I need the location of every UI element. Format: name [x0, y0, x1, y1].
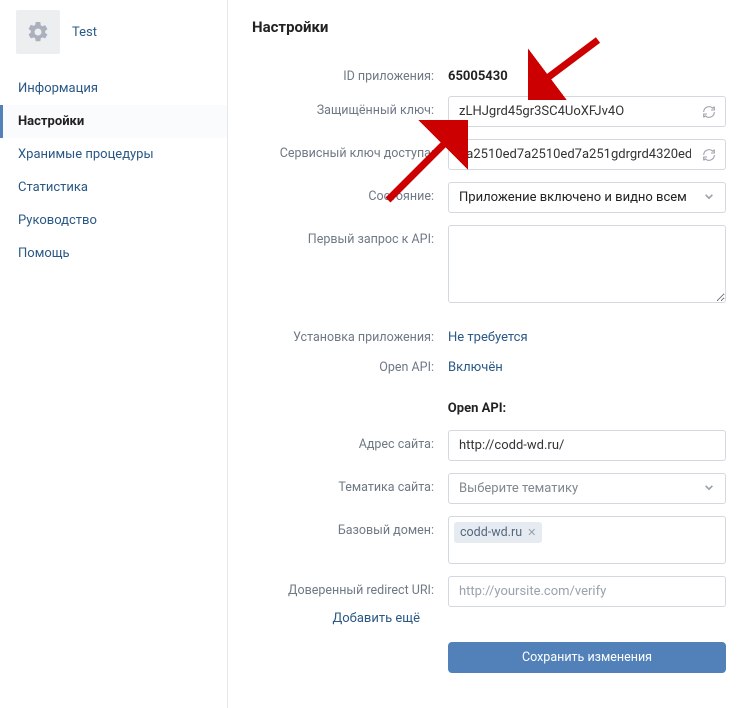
- sidebar-item-help[interactable]: Помощь: [0, 237, 227, 270]
- sidebar-menu: Информация Настройки Хранимые процедуры …: [0, 72, 227, 270]
- base-domain-label: Базовый домен:: [228, 516, 448, 538]
- service-key-input[interactable]: [448, 139, 726, 170]
- first-request-textarea[interactable]: [448, 225, 726, 303]
- sidebar-header: Test: [0, 0, 227, 72]
- sidebar-item-stats[interactable]: Статистика: [0, 171, 227, 204]
- sidebar: Test Информация Настройки Хранимые проце…: [0, 0, 228, 708]
- openapi-section-header: Open API:: [228, 401, 726, 416]
- redirect-uri-label: Доверенный redirect URI:: [228, 576, 448, 598]
- redirect-uri-input[interactable]: [448, 576, 726, 607]
- install-value-link[interactable]: Не требуется: [448, 323, 726, 345]
- sidebar-item-settings[interactable]: Настройки: [0, 105, 227, 138]
- state-label: Состояние:: [228, 182, 448, 204]
- refresh-icon[interactable]: [701, 147, 717, 163]
- page-title: Настройки: [252, 18, 726, 36]
- openapi-value-link[interactable]: Включён: [448, 353, 726, 375]
- domain-tag: codd-wd.ru ✕: [454, 522, 542, 543]
- app-id-label: ID приложения:: [228, 62, 448, 84]
- site-address-label: Адрес сайта:: [228, 430, 448, 452]
- install-label: Установка приложения:: [228, 323, 448, 345]
- gear-icon: [16, 10, 60, 54]
- site-address-input[interactable]: [448, 430, 726, 461]
- sidebar-item-guide[interactable]: Руководство: [0, 204, 227, 237]
- app-id-value: 65005430: [448, 62, 726, 84]
- secret-key-input[interactable]: [448, 96, 726, 127]
- sidebar-item-info[interactable]: Информация: [0, 72, 227, 105]
- base-domain-input[interactable]: codd-wd.ru ✕: [448, 516, 726, 564]
- service-key-label: Сервисный ключ доступа:: [228, 139, 448, 161]
- openapi-label: Open API:: [228, 353, 448, 375]
- main-content: Настройки ID приложения: 65005430 Защищё…: [228, 0, 748, 708]
- save-button[interactable]: Сохранить изменения: [448, 642, 726, 673]
- add-more-link[interactable]: Добавить ещё: [228, 609, 434, 626]
- secret-key-label: Защищённый ключ:: [228, 96, 448, 118]
- site-theme-label: Тематика сайта:: [228, 473, 448, 495]
- first-request-label: Первый запрос к API:: [228, 225, 448, 247]
- close-icon[interactable]: ✕: [527, 526, 536, 539]
- site-theme-select[interactable]: Выберите тематику: [448, 473, 726, 504]
- state-select[interactable]: Приложение включено и видно всем: [448, 182, 726, 213]
- refresh-icon[interactable]: [701, 104, 717, 120]
- app-name[interactable]: Test: [72, 25, 97, 40]
- sidebar-item-stored-procedures[interactable]: Хранимые процедуры: [0, 138, 227, 171]
